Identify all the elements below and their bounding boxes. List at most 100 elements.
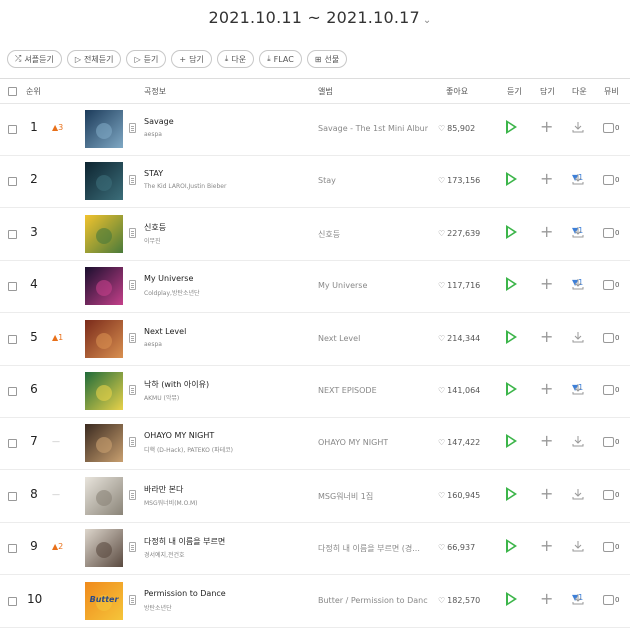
lyrics-icon[interactable]	[129, 227, 136, 238]
album-cover[interactable]	[85, 476, 123, 515]
album-name[interactable]: Savage - The 1st Mini Album	[318, 124, 428, 133]
row-checkbox[interactable]	[8, 177, 17, 187]
like-button[interactable]: ♡ 173,156	[438, 176, 480, 185]
row-checkbox[interactable]	[8, 229, 17, 239]
download-icon[interactable]	[572, 226, 584, 238]
album-name[interactable]: NEXT EPISODE	[318, 386, 377, 395]
album-cover[interactable]	[85, 372, 123, 410]
row-checkbox[interactable]	[8, 439, 17, 449]
song-title[interactable]: 신호등	[144, 222, 166, 233]
toolbar-button-1[interactable]: ▷ 전체듣기	[66, 50, 122, 68]
album-name[interactable]: 다정히 내 이름을 부르면 (경...	[318, 543, 420, 554]
plus-icon[interactable]: +	[540, 119, 553, 135]
album-cover[interactable]	[85, 319, 123, 358]
song-title[interactable]: Permission to Dance	[144, 589, 226, 598]
play-icon[interactable]	[506, 382, 517, 396]
song-title[interactable]: Next Level	[144, 327, 186, 336]
album-cover[interactable]	[85, 267, 123, 306]
artist-name[interactable]: Coldplay,방탄소년단	[144, 288, 200, 297]
row-checkbox[interactable]	[8, 125, 17, 134]
song-title[interactable]: My Universe	[144, 274, 193, 283]
select-all-checkbox[interactable]	[8, 87, 17, 96]
plus-icon[interactable]: +	[540, 590, 553, 607]
toolbar-button-4[interactable]: ⤓ 다운	[216, 50, 255, 68]
mv-button[interactable]: 0	[603, 542, 619, 553]
like-button[interactable]: ♡ 117,716	[438, 281, 480, 290]
row-checkbox[interactable]	[8, 596, 17, 606]
song-title[interactable]: 다정히 내 이름을 부르면	[144, 536, 225, 547]
download-icon[interactable]	[572, 383, 584, 395]
plus-icon[interactable]: +	[540, 381, 553, 397]
album-cover[interactable]	[85, 162, 123, 201]
lyrics-icon[interactable]	[129, 437, 136, 448]
play-icon[interactable]	[506, 434, 517, 449]
row-checkbox[interactable]	[8, 334, 17, 344]
play-icon[interactable]	[506, 329, 517, 344]
artist-name[interactable]: AKMU (악뮤)	[144, 393, 179, 402]
toolbar-button-6[interactable]: ⊞ 선물	[306, 50, 348, 68]
album-name[interactable]: MSG워너비 1집	[318, 491, 373, 502]
play-icon[interactable]	[506, 277, 517, 292]
artist-name[interactable]: aespa	[144, 341, 162, 348]
toolbar-button-2[interactable]: ▷ 듣기	[126, 50, 167, 68]
artist-name[interactable]: 경서예지,전건호	[144, 550, 185, 559]
mv-button[interactable]: 0	[603, 437, 619, 448]
mv-button[interactable]: 0	[603, 594, 619, 605]
lyrics-icon[interactable]	[129, 594, 136, 605]
album-name[interactable]: OHAYO MY NIGHT	[318, 438, 388, 447]
album-cover[interactable]	[85, 424, 123, 463]
plus-icon[interactable]: +	[540, 171, 553, 187]
download-icon[interactable]	[572, 435, 584, 447]
play-icon[interactable]	[506, 486, 517, 501]
album-cover[interactable]	[85, 214, 123, 253]
lyrics-icon[interactable]	[129, 385, 136, 395]
row-checkbox[interactable]	[8, 387, 17, 396]
like-button[interactable]: ♡ 141,064	[438, 386, 480, 395]
row-checkbox[interactable]	[8, 544, 17, 554]
plus-icon[interactable]: +	[540, 223, 553, 240]
play-icon[interactable]	[506, 539, 517, 554]
toolbar-button-0[interactable]: ⤮ 셔플듣기	[7, 50, 62, 68]
download-icon[interactable]	[572, 278, 584, 290]
play-icon[interactable]	[506, 172, 517, 187]
artist-name[interactable]: The Kid LAROI,Justin Bieber	[144, 183, 226, 190]
row-checkbox[interactable]	[8, 282, 17, 292]
download-icon[interactable]	[572, 540, 584, 552]
plus-icon[interactable]: +	[540, 328, 553, 345]
song-title[interactable]: OHAYO MY NIGHT	[144, 431, 214, 440]
artist-name[interactable]: MSG워너비(M.O.M)	[144, 498, 198, 507]
lyrics-icon[interactable]	[129, 175, 136, 186]
album-name[interactable]: 신호등	[318, 229, 340, 240]
download-icon[interactable]	[572, 593, 584, 605]
plus-icon[interactable]: +	[540, 433, 553, 449]
lyrics-icon[interactable]	[129, 489, 136, 500]
album-cover[interactable]	[85, 529, 123, 568]
mv-button[interactable]: 0	[603, 123, 619, 133]
date-range-selector[interactable]: 2021.10.11 ~ 2021.10.17 ⌄	[0, 8, 640, 27]
mv-button[interactable]: 0	[603, 175, 619, 186]
album-name[interactable]: Butter / Permission to Dance	[318, 596, 428, 605]
album-name[interactable]: My Universe	[318, 281, 367, 290]
album-name[interactable]: Next Level	[318, 334, 360, 343]
song-title[interactable]: STAY	[144, 169, 163, 178]
album-cover[interactable]	[85, 110, 123, 148]
artist-name[interactable]: aespa	[144, 131, 162, 138]
like-button[interactable]: ♡ 147,422	[438, 438, 480, 447]
lyrics-icon[interactable]	[129, 542, 136, 553]
toolbar-button-5[interactable]: ⤓ FLAC	[259, 50, 302, 68]
download-icon[interactable]	[572, 121, 584, 133]
like-button[interactable]: ♡ 182,570	[438, 596, 480, 605]
row-checkbox[interactable]	[8, 491, 17, 501]
download-icon[interactable]	[572, 488, 584, 500]
artist-name[interactable]: 이무진	[144, 236, 161, 245]
mv-button[interactable]: 0	[603, 489, 619, 500]
song-title[interactable]: 바라만 본다	[144, 484, 183, 495]
play-icon[interactable]	[506, 591, 517, 606]
artist-name[interactable]: 방탄소년단	[144, 603, 172, 612]
plus-icon[interactable]: +	[540, 538, 553, 554]
lyrics-icon[interactable]	[129, 332, 136, 343]
album-name[interactable]: Stay	[318, 176, 336, 185]
download-icon[interactable]	[572, 173, 584, 185]
like-button[interactable]: ♡ 160,945	[438, 491, 480, 500]
like-button[interactable]: ♡ 66,937	[438, 543, 475, 552]
